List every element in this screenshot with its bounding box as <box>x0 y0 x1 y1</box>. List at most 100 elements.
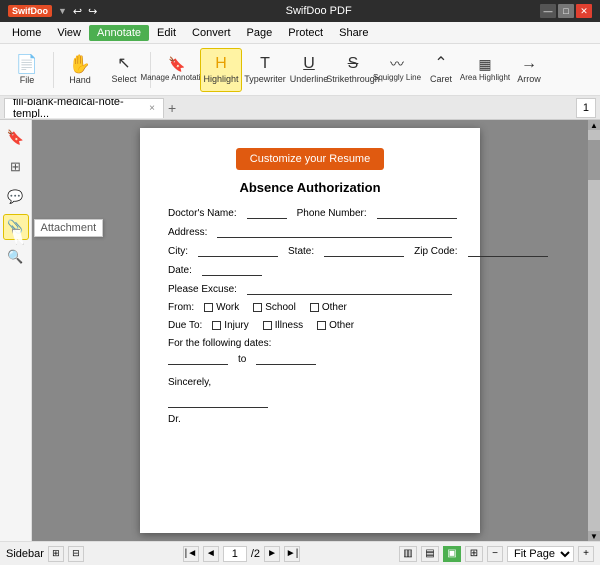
menu-edit[interactable]: Edit <box>149 25 184 41</box>
menu-share[interactable]: Share <box>331 25 376 41</box>
signature-line <box>168 396 268 408</box>
view-fit-button[interactable]: ▣ <box>443 546 461 562</box>
tool-underline[interactable]: U Underline <box>288 48 330 92</box>
tool-typewriter-label: Typewriter <box>244 74 286 84</box>
maximize-button[interactable]: □ <box>558 4 574 18</box>
other2-checkbox[interactable] <box>317 321 326 330</box>
tool-highlight[interactable]: H Highlight <box>200 48 242 92</box>
next-page-button[interactable]: ► <box>264 546 280 562</box>
zip-field <box>468 245 548 257</box>
fit-dropdown[interactable]: Fit Page <box>507 546 574 562</box>
highlight-icon: H <box>215 56 227 72</box>
prev-page-button[interactable]: ◄ <box>203 546 219 562</box>
school-checkbox[interactable] <box>253 303 262 312</box>
tool-typewriter[interactable]: T Typewriter <box>244 48 286 92</box>
tab-page-indicator: 1 <box>576 98 596 118</box>
view-continuous-button[interactable]: ▤ <box>421 546 439 562</box>
sidebar-collapse-button[interactable]: ⊟ <box>68 546 84 562</box>
zoom-out-button[interactable]: − <box>487 546 503 562</box>
to-label: to <box>238 354 246 365</box>
tool-arrow[interactable]: → Arrow <box>508 48 550 92</box>
toolbar-sep-1 <box>53 52 54 88</box>
first-page-button[interactable]: |◄ <box>183 546 199 562</box>
tool-strikethrough[interactable]: S Strikethrough <box>332 48 374 92</box>
attachment-tooltip: Attachment <box>34 219 104 237</box>
sidebar-icon-search[interactable]: 🔍 <box>3 244 29 270</box>
sidebar-expand-button[interactable]: ⊞ <box>48 546 64 562</box>
underline-icon: U <box>303 56 315 72</box>
tool-strikethrough-label: Strikethrough <box>326 74 380 84</box>
last-page-button[interactable]: ►| <box>284 546 300 562</box>
sidebar-icon-pages[interactable]: ⊞ <box>3 154 29 180</box>
work-checkbox[interactable] <box>204 303 213 312</box>
arrow-icon: → <box>521 56 537 72</box>
tool-caret[interactable]: ⌃ Caret <box>420 48 462 92</box>
phone-number-field <box>377 207 457 219</box>
scroll-down-button[interactable]: ▼ <box>588 531 600 541</box>
tool-file[interactable]: 📄 File <box>6 48 48 92</box>
tab-add-button[interactable]: + <box>164 100 180 116</box>
window-controls: — □ ✕ <box>540 4 592 18</box>
menu-view[interactable]: View <box>49 25 89 41</box>
injury-checkbox-group: Injury <box>212 320 248 331</box>
select-icon: ↖ <box>117 56 130 72</box>
field-row-doctor: Doctor's Name: Phone Number: <box>168 207 452 219</box>
view-spread-button[interactable]: ⊞ <box>465 546 483 562</box>
menu-convert[interactable]: Convert <box>184 25 239 41</box>
sidebar-toggle-label: Sidebar <box>6 548 44 560</box>
area-highlight-icon: ▦ <box>478 57 491 71</box>
injury-label: Injury <box>224 320 248 331</box>
view-single-button[interactable]: ▥ <box>399 546 417 562</box>
tab-filename: fill-blank-medical-note-templ... <box>13 98 145 118</box>
excuse-field <box>247 283 452 295</box>
bookmark-icon: 🔖 <box>7 129 24 146</box>
illness-checkbox[interactable] <box>263 321 272 330</box>
menu-home[interactable]: Home <box>4 25 49 41</box>
sidebar: 🔖 ⊞ 💬 📎 Attachment 🔍 <box>0 120 32 541</box>
city-field <box>198 245 278 257</box>
titlebar-dropdown-icon[interactable]: ▼ <box>58 6 67 16</box>
statusbar-right: ▥ ▤ ▣ ⊞ − Fit Page + <box>399 546 594 562</box>
sidebar-icon-comment[interactable]: 💬 <box>3 184 29 210</box>
tool-squiggly[interactable]: 〰 Squiggly Line <box>376 48 418 92</box>
field-row-address: Address: <box>168 226 452 238</box>
other2-checkbox-group: Other <box>317 320 354 331</box>
sidebar-icon-bookmark[interactable]: 🔖 <box>3 124 29 150</box>
document-area[interactable]: Customize your Resume Absence Authorizat… <box>32 120 600 541</box>
document-tab[interactable]: fill-blank-medical-note-templ... × <box>4 98 164 118</box>
customize-resume-button[interactable]: Customize your Resume <box>236 148 384 170</box>
scroll-up-button[interactable]: ▲ <box>588 120 600 130</box>
illness-checkbox-group: Illness <box>263 320 303 331</box>
minimize-button[interactable]: — <box>540 4 556 18</box>
titlebar-redo[interactable]: ↪ <box>88 5 97 18</box>
scrollbar-vertical[interactable]: ▲ ▼ <box>588 120 600 541</box>
tool-caret-label: Caret <box>430 74 452 84</box>
page-number-input[interactable] <box>223 546 247 562</box>
menu-page[interactable]: Page <box>239 25 281 41</box>
close-button[interactable]: ✕ <box>576 4 592 18</box>
please-excuse-label: Please Excuse: <box>168 284 237 295</box>
menu-annotate[interactable]: Annotate <box>89 25 149 41</box>
tool-hand[interactable]: ✋ Hand <box>59 48 101 92</box>
menu-protect[interactable]: Protect <box>280 25 331 41</box>
scrollbar-thumb[interactable] <box>588 140 600 180</box>
other1-checkbox[interactable] <box>310 303 319 312</box>
tab-close-button[interactable]: × <box>149 103 155 114</box>
work-label: Work <box>216 302 239 313</box>
titlebar-undo[interactable]: ↩ <box>73 5 82 18</box>
sidebar-icon-attachment[interactable]: 📎 Attachment <box>3 214 29 240</box>
tool-select-label: Select <box>111 74 136 84</box>
injury-checkbox[interactable] <box>212 321 221 330</box>
toolbar: 📄 File ✋ Hand ↖ Select 🔖 Manage Annotati… <box>0 44 600 96</box>
tool-area-highlight[interactable]: ▦ Area Highlight <box>464 48 506 92</box>
tabbar: fill-blank-medical-note-templ... × + 1 <box>0 96 600 120</box>
tool-select[interactable]: ↖ Select <box>103 48 145 92</box>
field-row-city: City: State: Zip Code: <box>168 245 452 257</box>
zoom-in-button[interactable]: + <box>578 546 594 562</box>
app-logo: SwifDoo <box>8 5 52 17</box>
doctors-name-label: Doctor's Name: <box>168 208 237 219</box>
illness-label: Illness <box>275 320 303 331</box>
doctors-name-field <box>247 207 287 219</box>
tool-manage[interactable]: 🔖 Manage Annotations <box>156 48 198 92</box>
date-field <box>202 264 262 276</box>
